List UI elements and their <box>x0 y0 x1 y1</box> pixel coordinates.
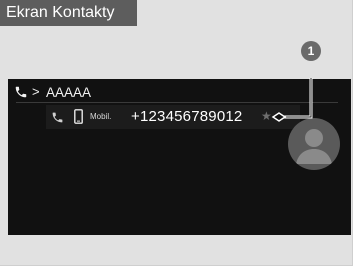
star-icon[interactable]: ★ <box>261 109 272 123</box>
phone-number-row[interactable]: Mobil. +123456789012 ★ <box>46 105 300 129</box>
phone-icon <box>15 86 27 98</box>
chevron-right-icon: > <box>32 84 40 99</box>
person-silhouette-icon <box>296 129 332 164</box>
call-icon[interactable] <box>51 111 64 124</box>
contact-name: AAAAA <box>46 85 92 100</box>
page-title: Ekran Kontakty <box>0 0 137 26</box>
number-type-label: Mobil. <box>90 112 112 121</box>
avatar <box>288 118 340 170</box>
phone-number: +123456789012 <box>131 108 243 125</box>
contact-screen: > AAAAA Mobil. +123456789012 ★ <box>8 79 351 235</box>
contact-header[interactable]: > AAAAA <box>8 82 348 104</box>
divider <box>16 102 338 103</box>
callout-badge: 1 <box>301 41 321 61</box>
mobile-phone-icon <box>74 109 83 124</box>
page-frame: Ekran Kontakty > AAAAA Mobil. +123456789… <box>0 0 353 266</box>
